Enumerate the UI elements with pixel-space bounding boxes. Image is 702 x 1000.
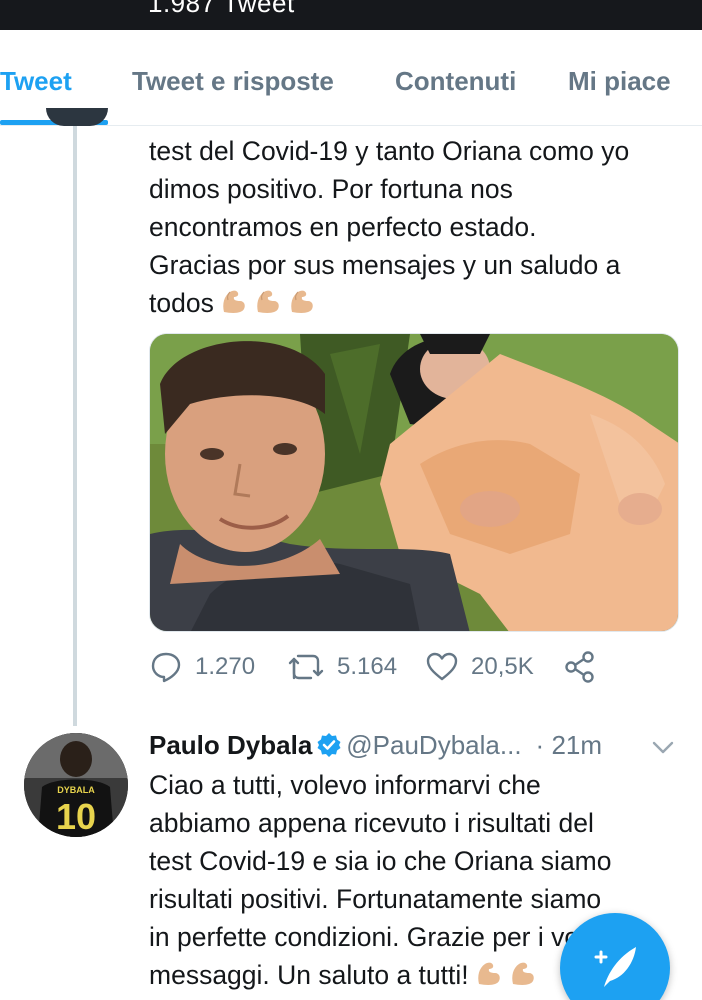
tweet-header: Paulo Dybala @PauDybala... · 21m (149, 730, 679, 764)
flexed-biceps-emoji (477, 962, 500, 985)
tab-tweet-e-risposte[interactable]: Tweet e risposte (132, 66, 334, 97)
flexed-biceps-emoji (511, 962, 534, 985)
reply-action[interactable]: 1.270 (149, 650, 255, 684)
flexed-biceps-emoji (291, 290, 313, 313)
verified-badge-icon (317, 733, 341, 757)
tweet-text-spanish: test del Covid-19 y tanto Oriana como yo… (149, 132, 689, 322)
separator-dot: · (535, 730, 545, 760)
tweet-line: encontramos en perfecto estado. (149, 212, 537, 242)
tabs-divider (0, 125, 702, 126)
reply-icon (151, 652, 181, 683)
tweet-actions: 1.270 5.164 20,5K (149, 650, 609, 690)
tweet-time[interactable]: 21m (551, 730, 602, 760)
retweet-action[interactable]: 5.164 (287, 650, 397, 684)
tab-mi-piace[interactable]: Mi piace (568, 66, 671, 97)
jersey-name: DYBALA (57, 785, 95, 795)
thread-connector-line (73, 126, 77, 726)
photo-illustration (150, 334, 678, 631)
retweet-icon (288, 654, 324, 680)
tweet-line-last: todos (149, 284, 689, 322)
tweet-count: 1.987 Tweet (148, 0, 295, 18)
chevron-down-icon[interactable] (650, 738, 676, 758)
tab-tweet[interactable]: Tweet (0, 66, 72, 97)
tweet-line: risultati positivi. Fortunatamente siamo (149, 884, 602, 914)
tweet-line: abbiamo appena ricevuto i risultati del (149, 808, 594, 838)
tweet-photo[interactable] (149, 333, 679, 632)
share-icon (565, 651, 594, 683)
tweet-line: dimos positivo. Por fortuna nos (149, 174, 513, 204)
author-handle[interactable]: @PauDybala... (346, 730, 521, 760)
avatar-previous-tweet[interactable] (46, 108, 108, 126)
retweet-count: 5.164 (337, 653, 398, 680)
jersey-number: 10 (56, 796, 96, 837)
tweet-line: Ciao a tutti, volevo informarvi che (149, 770, 541, 800)
avatar-paulo-dybala[interactable]: DYBALA 10 (24, 733, 128, 837)
like-count: 20,5K (471, 653, 534, 680)
tab-contenuti[interactable]: Contenuti (395, 66, 516, 97)
reply-count: 1.270 (195, 653, 256, 680)
tweet-line: test del Covid-19 y tanto Oriana como yo (149, 136, 630, 166)
flexed-biceps-emoji (257, 290, 279, 313)
heart-icon (426, 652, 458, 681)
tweet-line: test Covid-19 e sia io che Oriana siamo (149, 846, 612, 876)
compose-tweet-icon (594, 947, 636, 987)
like-action[interactable]: 20,5K (425, 650, 534, 684)
tweet-line-text: messaggi. Un saluto a tutti! (149, 960, 469, 990)
share-action[interactable] (563, 650, 597, 684)
top-bar: 1.987 Tweet (0, 0, 702, 30)
flexed-biceps-emoji (223, 290, 245, 313)
avatar-illustration: DYBALA 10 (24, 733, 128, 837)
author-name[interactable]: Paulo Dybala (149, 730, 312, 760)
tweet-line-text: todos (149, 288, 214, 318)
tweet-line: Gracias por sus mensajes y un saludo a (149, 250, 621, 280)
